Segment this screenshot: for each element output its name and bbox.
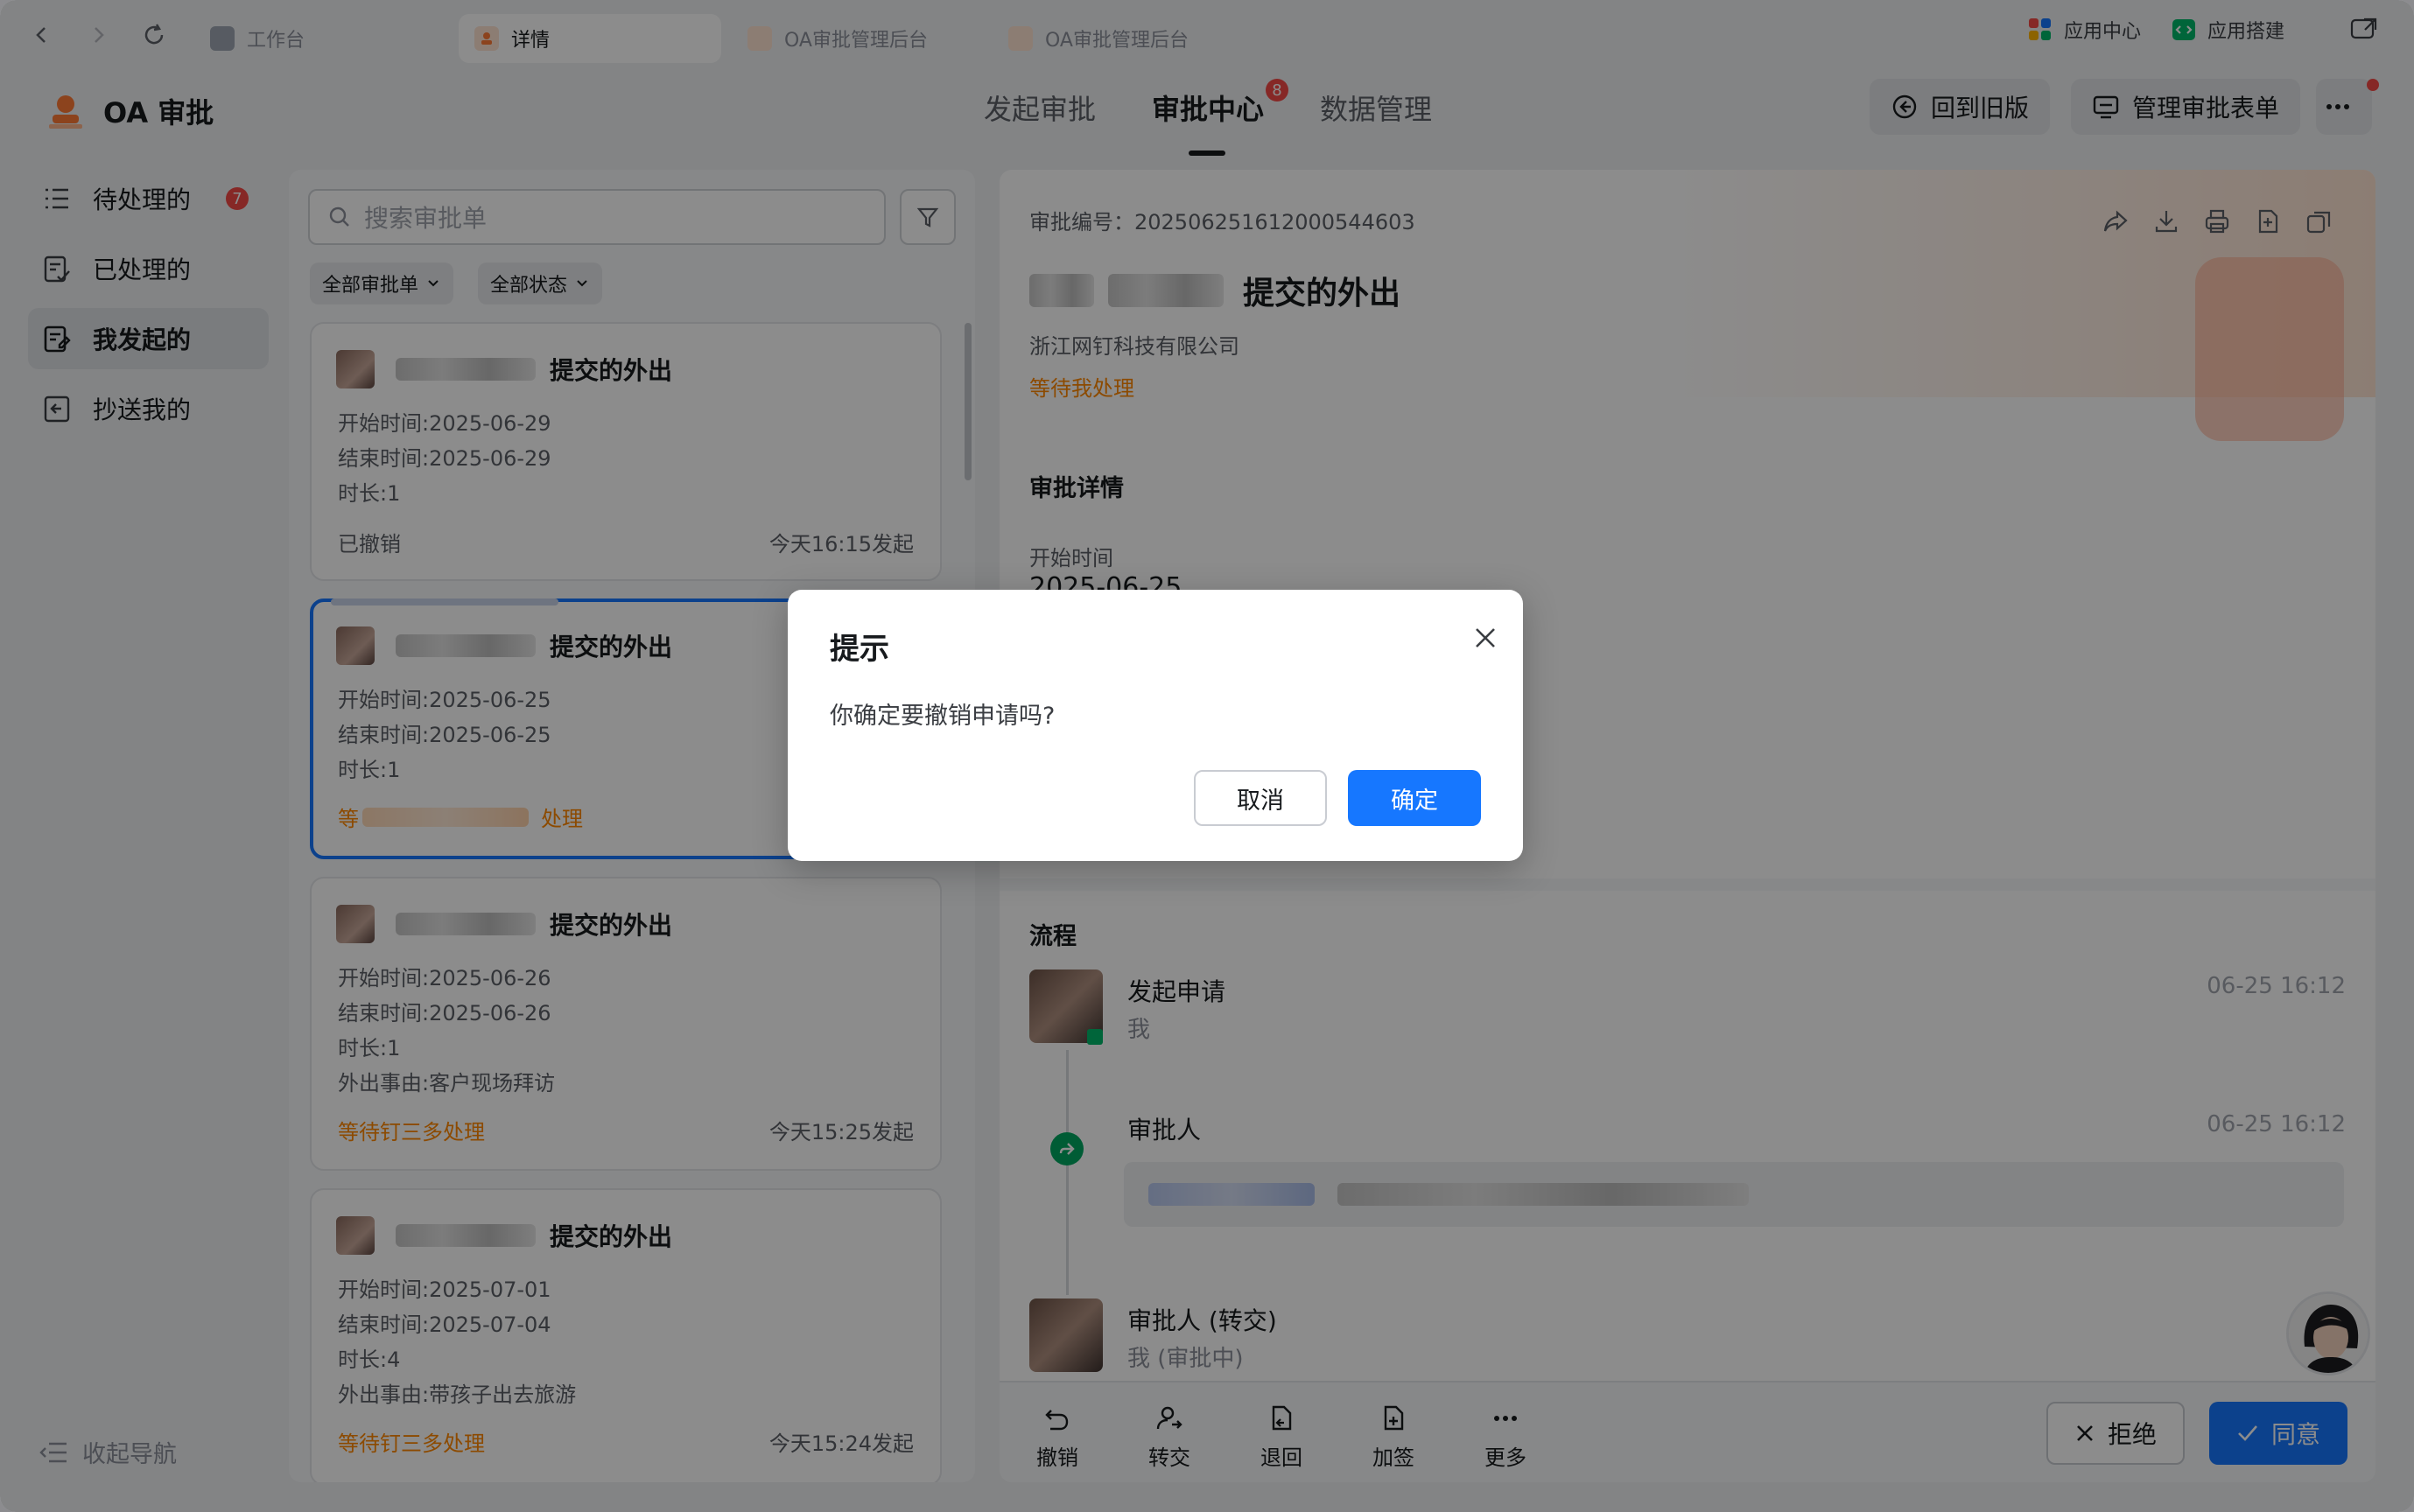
dialog-message: 你确定要撤销申请吗?: [830, 703, 1056, 730]
dialog-close-button[interactable]: [1463, 616, 1507, 660]
confirm-button[interactable]: 确定: [1348, 770, 1481, 826]
confirm-dialog: 提示 你确定要撤销申请吗? 取消 确定: [788, 590, 1523, 861]
dialog-title: 提示: [830, 632, 889, 667]
close-icon: [1476, 628, 1495, 648]
cancel-button[interactable]: 取消: [1194, 770, 1327, 826]
app-window: 工作台 详情 OA审批管理后台 OA审批管理后台 应用中心 应用搭建 OA 审批…: [0, 0, 2414, 1512]
